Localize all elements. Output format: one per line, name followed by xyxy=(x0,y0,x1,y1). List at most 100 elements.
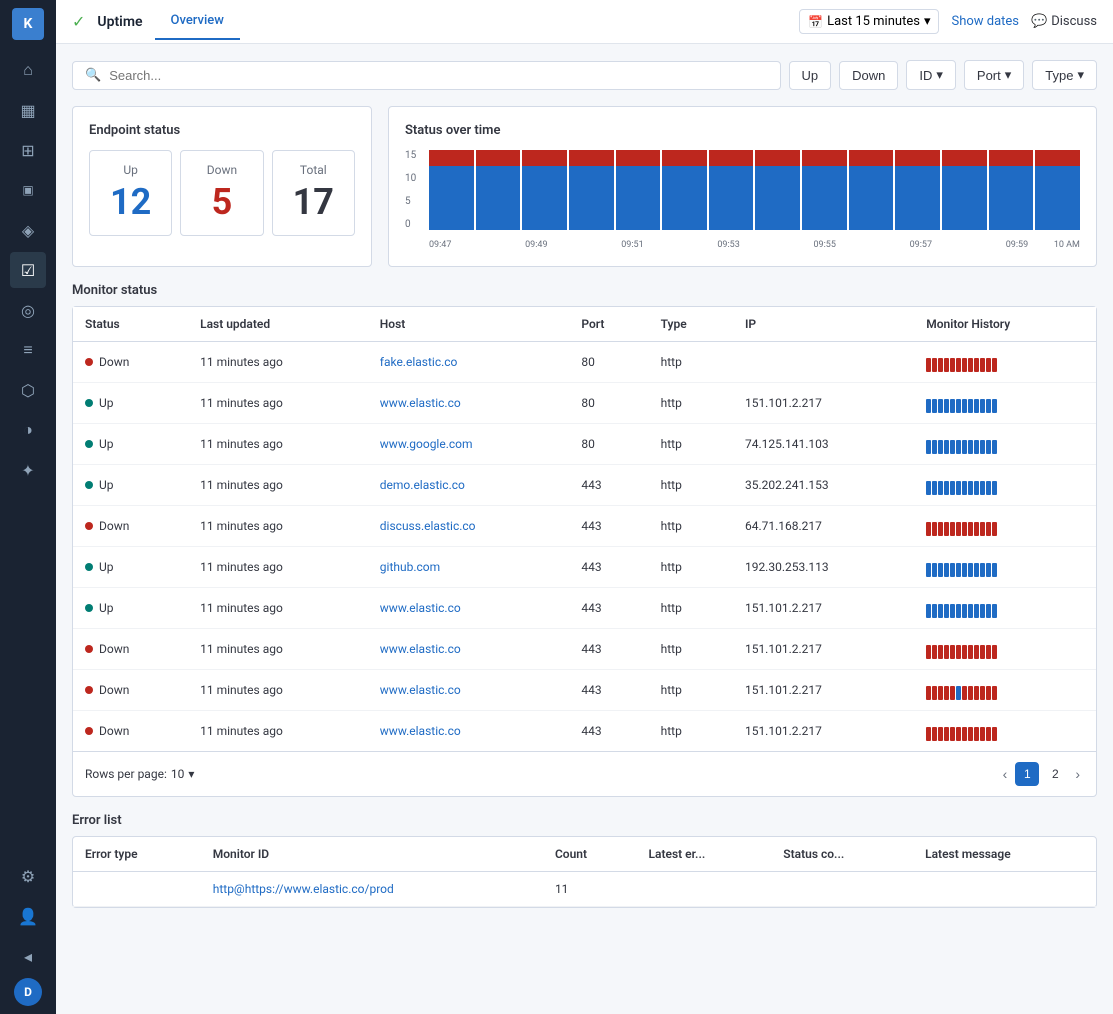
mini-bar-down xyxy=(938,358,943,372)
cell-ip: 151.101.2.217 xyxy=(733,711,914,752)
mini-bar-down xyxy=(980,358,985,372)
chart-bar-up xyxy=(942,166,987,230)
chart-bar-up xyxy=(616,166,661,230)
chart-bars-area xyxy=(429,150,1080,230)
table-row: Down11 minutes agofake.elastic.co80http xyxy=(73,342,1096,383)
prev-page-button[interactable]: ‹ xyxy=(999,764,1012,784)
mini-bar-down xyxy=(980,727,985,741)
mini-bar-down xyxy=(932,686,937,700)
mini-bar-up xyxy=(986,399,991,413)
chart-bar-up xyxy=(522,166,567,230)
host-link[interactable]: fake.elastic.co xyxy=(380,355,458,369)
sidebar: K ⌂ ▦ ⊞ ▣ ◈ ☑ ◎ ≡ ⬡ ◑ ✦ ⚙ 👤 ◂ xyxy=(0,0,56,1014)
search-input[interactable] xyxy=(109,68,767,83)
cell-host[interactable]: www.google.com xyxy=(368,424,570,465)
sidebar-item-uptime[interactable]: ☑ xyxy=(10,252,46,288)
discuss-button[interactable]: 💬 Discuss xyxy=(1031,14,1097,29)
sidebar-item-collapse[interactable]: ◂ xyxy=(10,938,46,974)
filter-port-button[interactable]: Port ▾ xyxy=(964,60,1024,90)
sidebar-item-siem[interactable]: ◑ xyxy=(10,412,46,448)
cell-host[interactable]: github.com xyxy=(368,547,570,588)
mini-bar-down xyxy=(962,358,967,372)
host-link[interactable]: www.elastic.co xyxy=(380,396,461,410)
table-row: Down11 minutes agowww.elastic.co443http1… xyxy=(73,670,1096,711)
total-status-card: Total 17 xyxy=(272,150,355,236)
show-dates-button[interactable]: Show dates xyxy=(951,14,1019,29)
cell-status: Up xyxy=(73,465,188,506)
time-range-selector[interactable]: 📅 Last 15 minutes ▾ xyxy=(799,9,939,34)
chart-bar-down xyxy=(802,150,847,166)
filter-type-button[interactable]: Type ▾ xyxy=(1032,60,1097,90)
chart-bar-group xyxy=(429,150,474,230)
endpoint-status-title: Endpoint status xyxy=(89,123,355,138)
sidebar-item-home[interactable]: ⌂ xyxy=(10,52,46,88)
host-link[interactable]: www.google.com xyxy=(380,437,473,451)
host-link[interactable]: demo.elastic.co xyxy=(380,478,465,492)
cell-last-updated: 11 minutes ago xyxy=(188,588,368,629)
page-1-button[interactable]: 1 xyxy=(1015,762,1039,786)
status-text: Up xyxy=(99,396,114,410)
sidebar-item-infra[interactable]: ⬡ xyxy=(10,372,46,408)
sidebar-item-maps[interactable]: ◈ xyxy=(10,212,46,248)
chart-bar-down xyxy=(942,150,987,166)
cell-host[interactable]: discuss.elastic.co xyxy=(368,506,570,547)
cell-host[interactable]: www.elastic.co xyxy=(368,383,570,424)
mini-bar-up xyxy=(962,481,967,495)
host-link[interactable]: discuss.elastic.co xyxy=(380,519,476,533)
mini-bar-down xyxy=(968,358,973,372)
mini-bar-up xyxy=(974,399,979,413)
chart-bar-group xyxy=(989,150,1034,230)
cell-host[interactable]: fake.elastic.co xyxy=(368,342,570,383)
sidebar-item-user-d[interactable]: D xyxy=(14,978,42,1006)
cell-history xyxy=(914,711,1096,752)
host-link[interactable]: www.elastic.co xyxy=(380,724,461,738)
mini-bar-up xyxy=(986,563,991,577)
sidebar-item-apm[interactable]: ◎ xyxy=(10,292,46,328)
status-dot xyxy=(85,686,93,694)
mini-bar-up xyxy=(932,563,937,577)
mini-bar-down xyxy=(968,645,973,659)
cell-host[interactable]: www.elastic.co xyxy=(368,629,570,670)
cell-status: Down xyxy=(73,711,188,752)
up-label: Up xyxy=(106,163,155,177)
sidebar-item-dev[interactable]: ✦ xyxy=(10,452,46,488)
status-cards: Up 12 Down 5 Total 17 xyxy=(89,150,355,236)
host-link[interactable]: www.elastic.co xyxy=(380,683,461,697)
sidebar-item-dashboard[interactable]: ▦ xyxy=(10,92,46,128)
host-link[interactable]: github.com xyxy=(380,560,440,574)
cell-host[interactable]: demo.elastic.co xyxy=(368,465,570,506)
page-2-button[interactable]: 2 xyxy=(1043,762,1067,786)
sidebar-item-visualize[interactable]: ⊞ xyxy=(10,132,46,168)
cell-host[interactable]: www.elastic.co xyxy=(368,670,570,711)
mini-bars xyxy=(926,352,1084,372)
mini-bar-down xyxy=(950,727,955,741)
tab-overview[interactable]: Overview xyxy=(155,3,240,40)
mini-bar-down xyxy=(974,522,979,536)
mini-bar-up xyxy=(968,563,973,577)
rows-per-page-selector[interactable]: Rows per page: 10 ▾ xyxy=(85,767,194,781)
sidebar-item-logs[interactable]: ≡ xyxy=(10,332,46,368)
cell-port: 80 xyxy=(569,424,648,465)
sidebar-logo[interactable]: K xyxy=(12,8,44,40)
down-status-card: Down 5 xyxy=(180,150,263,236)
status-dot xyxy=(85,399,93,407)
sidebar-item-stack[interactable]: ⚙ xyxy=(10,858,46,894)
status-dot xyxy=(85,604,93,612)
cell-host[interactable]: www.elastic.co xyxy=(368,711,570,752)
filter-up-button[interactable]: Up xyxy=(789,61,832,90)
cell-monitor-id[interactable]: http@https://www.elastic.co/prod xyxy=(201,872,543,907)
cell-port: 443 xyxy=(569,588,648,629)
mini-bar-down xyxy=(974,645,979,659)
sidebar-item-user[interactable]: 👤 xyxy=(10,898,46,934)
filter-id-button[interactable]: ID ▾ xyxy=(906,60,956,90)
col-host: Host xyxy=(368,307,570,342)
search-box[interactable]: 🔍 xyxy=(72,61,781,90)
host-link[interactable]: www.elastic.co xyxy=(380,642,461,656)
host-link[interactable]: www.elastic.co xyxy=(380,601,461,615)
col-port: Port xyxy=(569,307,648,342)
sidebar-item-canvas[interactable]: ▣ xyxy=(10,172,46,208)
monitor-id-link[interactable]: http@https://www.elastic.co/prod xyxy=(213,882,394,896)
cell-host[interactable]: www.elastic.co xyxy=(368,588,570,629)
next-page-button[interactable]: › xyxy=(1071,764,1084,784)
filter-down-button[interactable]: Down xyxy=(839,61,898,90)
